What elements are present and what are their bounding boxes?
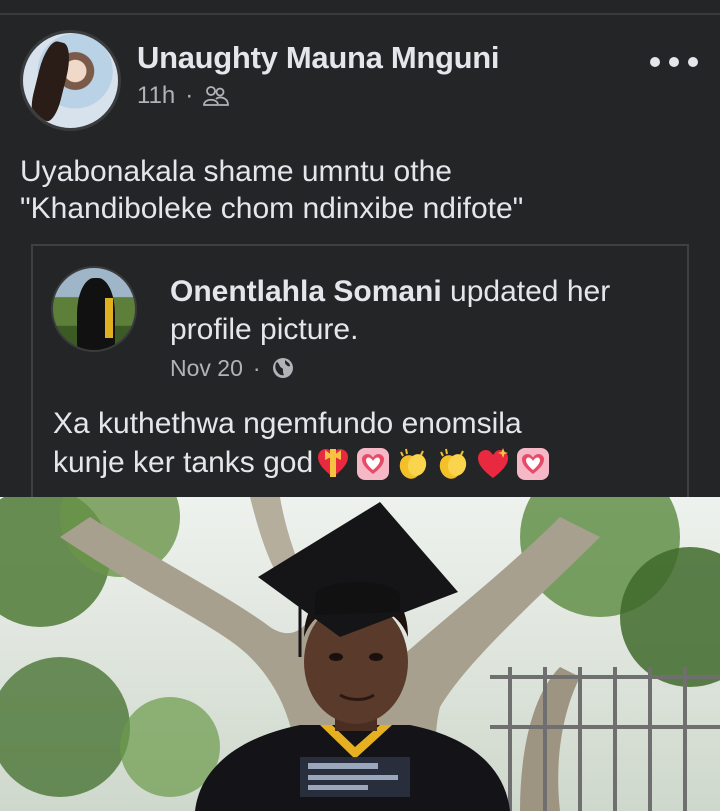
- emoji-row: [315, 446, 551, 482]
- friends-icon[interactable]: [203, 85, 230, 107]
- post-header: Unaughty Mauna Mnguni 11h ·: [20, 30, 710, 140]
- heart-decoration-icon: [357, 448, 390, 481]
- shared-text-line: kunje ker tanks god: [53, 443, 673, 482]
- heart-with-ribbon-icon: [318, 449, 349, 478]
- shared-post-text: Xa kuthethwa ngemfundo enomsila kunje ke…: [53, 404, 673, 482]
- post-meta: 11h ·: [137, 81, 230, 111]
- post-time[interactable]: 11h: [137, 82, 175, 110]
- sparkling-heart-icon: [478, 448, 509, 479]
- heart-decoration-icon: [517, 448, 550, 481]
- shared-author-name[interactable]: Onentlahla Somani: [170, 275, 442, 308]
- clapping-hands-icon: [439, 448, 467, 479]
- post-text-line: Uyabonakala shame umntu othe: [20, 155, 452, 188]
- clapping-hands-icon: [399, 448, 427, 479]
- poster-name[interactable]: Unaughty Mauna Mnguni: [137, 40, 500, 76]
- top-divider: [0, 13, 720, 15]
- post-text: Uyabonakala shame umntu othe "Khandibole…: [20, 153, 700, 227]
- graduate-photo[interactable]: [0, 497, 720, 811]
- meta-separator: ·: [252, 354, 261, 381]
- shared-heading: Onentlahla Somani updated her profile pi…: [170, 273, 670, 349]
- shared-text-line: Xa kuthethwa ngemfundo enomsila: [53, 407, 522, 440]
- shared-author-avatar[interactable]: [51, 266, 137, 352]
- post-text-line: "Khandiboleke chom ndinxibe ndifote": [20, 192, 524, 225]
- meta-separator: ·: [185, 82, 194, 109]
- more-options-icon[interactable]: [650, 52, 698, 72]
- shared-time[interactable]: Nov 20: [170, 355, 243, 382]
- photo-illustration: [0, 497, 720, 811]
- globe-icon[interactable]: [271, 356, 295, 380]
- poster-avatar[interactable]: [20, 30, 121, 131]
- shared-meta: Nov 20 ·: [170, 353, 295, 383]
